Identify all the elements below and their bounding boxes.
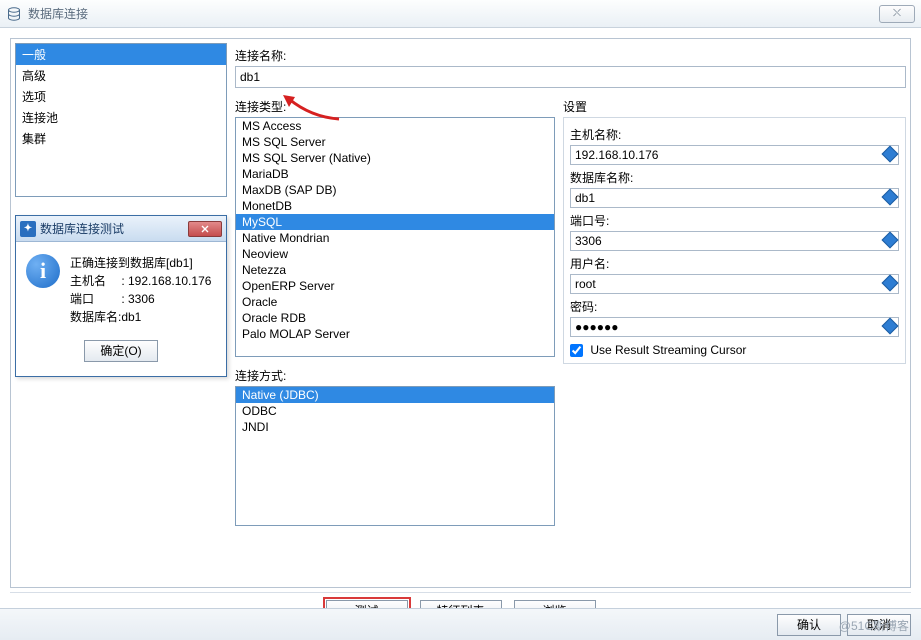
conn-method-listbox[interactable]: Native (JDBC)ODBCJNDI	[235, 386, 555, 526]
window-title: 数据库连接	[28, 5, 88, 22]
test-line-1: 正确连接到数据库[db1]	[70, 254, 211, 272]
test-dialog-titlebar: ✦ 数据库连接测试	[16, 216, 226, 242]
nav-item-1[interactable]: 高级	[16, 65, 226, 86]
conn-type-option[interactable]: Netezza	[236, 262, 554, 278]
conn-type-option[interactable]: Oracle	[236, 294, 554, 310]
pass-input[interactable]	[570, 317, 899, 337]
host-input[interactable]	[570, 145, 899, 165]
nav-item-2[interactable]: 选项	[16, 86, 226, 107]
cursor-checkbox[interactable]	[570, 344, 583, 357]
test-dialog-title: 数据库连接测试	[40, 220, 124, 237]
conn-type-option[interactable]: MS Access	[236, 118, 554, 134]
conn-type-option[interactable]: MS SQL Server (Native)	[236, 150, 554, 166]
conn-type-option[interactable]: MariaDB	[236, 166, 554, 182]
info-icon: i	[26, 254, 60, 288]
conn-type-option[interactable]: Palo MOLAP Server	[236, 326, 554, 342]
test-line-4: 数据库名:db1	[70, 308, 211, 326]
test-line-2: 主机名 : 192.168.10.176	[70, 272, 211, 290]
ok-button[interactable]: 确认	[777, 614, 841, 636]
conn-type-option[interactable]: Native Mondrian	[236, 230, 554, 246]
nav-item-4[interactable]: 集群	[16, 128, 226, 149]
conn-name-input[interactable]	[235, 66, 906, 88]
conn-type-option[interactable]: MS SQL Server	[236, 134, 554, 150]
footer-bar: 确认 取消	[0, 608, 921, 640]
nav-item-3[interactable]: 连接池	[16, 107, 226, 128]
tools-icon: ✦	[20, 221, 36, 237]
conn-type-label: 连接类型:	[235, 94, 555, 117]
connection-test-dialog: ✦ 数据库连接测试 i 正确连接到数据库[db1] 主机名 : 192.168.…	[15, 215, 227, 377]
cursor-checkbox-text: Use Result Streaming Cursor	[590, 343, 746, 357]
conn-type-option[interactable]: OpenERP Server	[236, 278, 554, 294]
database-icon	[6, 6, 22, 22]
content-frame: 一般高级选项连接池集群 ✦ 数据库连接测试 i 正确连接到数据库[db1] 主机…	[10, 38, 911, 588]
port-label: 端口号:	[570, 210, 899, 231]
settings-panel: 主机名称: 数据库名称:	[563, 117, 906, 364]
test-dialog-ok-button[interactable]: 确定(O)	[84, 340, 158, 362]
pass-label: 密码:	[570, 296, 899, 317]
port-input[interactable]	[570, 231, 899, 251]
conn-method-label: 连接方式:	[235, 363, 555, 386]
conn-type-option[interactable]: MySQL	[236, 214, 554, 230]
dbname-input[interactable]	[570, 188, 899, 208]
conn-type-option[interactable]: Oracle RDB	[236, 310, 554, 326]
conn-name-label: 连接名称:	[235, 43, 906, 66]
host-label: 主机名称:	[570, 124, 899, 145]
conn-type-option[interactable]: MonetDB	[236, 198, 554, 214]
user-label: 用户名:	[570, 253, 899, 274]
cursor-checkbox-label[interactable]: Use Result Streaming Cursor	[570, 343, 746, 357]
conn-method-option[interactable]: JNDI	[236, 419, 554, 435]
conn-method-option[interactable]: Native (JDBC)	[236, 387, 554, 403]
user-input[interactable]	[570, 274, 899, 294]
conn-type-listbox[interactable]: MS AccessMS SQL ServerMS SQL Server (Nat…	[235, 117, 555, 357]
test-result-text: 正确连接到数据库[db1] 主机名 : 192.168.10.176 端口 : …	[70, 254, 211, 326]
test-dialog-close-button[interactable]	[188, 221, 222, 237]
cancel-button[interactable]: 取消	[847, 614, 911, 636]
conn-type-option[interactable]: Neoview	[236, 246, 554, 262]
window-titlebar: 数据库连接 ⤬	[0, 0, 921, 28]
conn-type-option[interactable]: MaxDB (SAP DB)	[236, 182, 554, 198]
test-line-3: 端口 : 3306	[70, 290, 211, 308]
window-close-button[interactable]: ⤬	[879, 5, 915, 23]
nav-item-0[interactable]: 一般	[16, 44, 226, 65]
settings-title: 设置	[563, 94, 906, 117]
conn-method-option[interactable]: ODBC	[236, 403, 554, 419]
category-nav: 一般高级选项连接池集群	[15, 43, 227, 197]
dbname-label: 数据库名称:	[570, 167, 899, 188]
